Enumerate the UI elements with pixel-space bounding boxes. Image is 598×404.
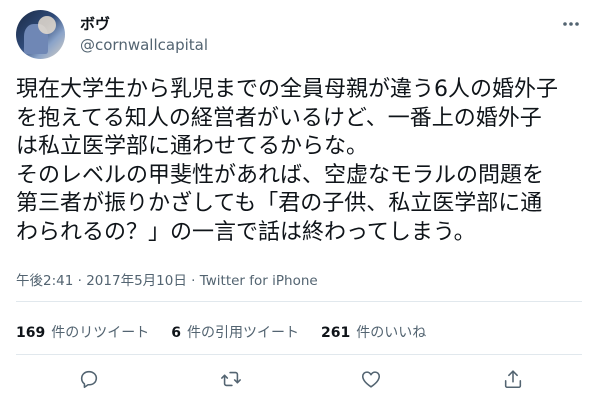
quotes-stat[interactable]: 6 件の引用ツイート bbox=[171, 322, 299, 342]
reply-icon[interactable] bbox=[78, 368, 100, 390]
meta-separator: · bbox=[191, 273, 196, 289]
user-handle[interactable]: @cornwallcapital bbox=[80, 36, 208, 54]
tweet-meta: 午後2:41 · 2017年5月10日 · Twitter for iPhone bbox=[16, 269, 318, 289]
tweet-date[interactable]: 2017年5月10日 bbox=[86, 273, 187, 289]
retweets-label: 件のリツイート bbox=[51, 325, 150, 341]
likes-stat[interactable]: 261 件のいいね bbox=[321, 322, 426, 342]
tweet-stats: 169 件のリツイート 6 件の引用ツイート 261 件のいいね bbox=[16, 322, 448, 342]
likes-count: 261 bbox=[320, 325, 351, 341]
likes-label: 件のいいね bbox=[356, 325, 427, 341]
quotes-count: 6 bbox=[171, 325, 181, 341]
retweets-stat[interactable]: 169 件のリツイート bbox=[16, 322, 149, 342]
divider bbox=[16, 301, 582, 302]
more-icon[interactable] bbox=[560, 16, 582, 32]
tweet-source[interactable]: Twitter for iPhone bbox=[200, 273, 318, 289]
heart-icon[interactable] bbox=[360, 368, 382, 390]
action-bar bbox=[0, 368, 598, 392]
meta-separator: · bbox=[77, 273, 82, 289]
quotes-label: 件の引用ツイート bbox=[186, 325, 299, 341]
tweet-time[interactable]: 午後2:41 bbox=[16, 273, 73, 289]
retweet-icon[interactable] bbox=[220, 368, 242, 390]
retweets-count: 169 bbox=[16, 325, 46, 341]
tweet-text: 現在大学生から乳児までの全員母親が違う6人の婚外子 を抱えてる知人の経営者がいる… bbox=[16, 77, 558, 245]
share-icon[interactable] bbox=[502, 368, 524, 390]
avatar[interactable] bbox=[16, 10, 65, 59]
display-name[interactable]: ボヴ bbox=[80, 13, 110, 34]
divider bbox=[16, 354, 582, 355]
